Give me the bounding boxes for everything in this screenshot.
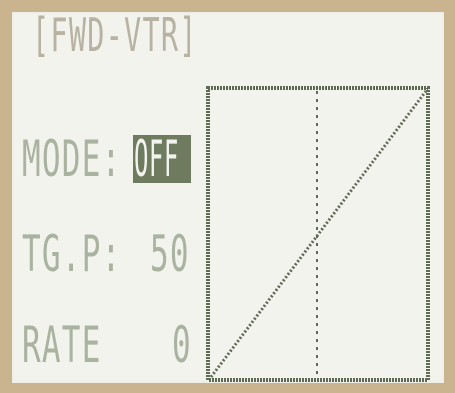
mode-label: MODE: bbox=[22, 130, 122, 188]
rate-value[interactable]: 0 bbox=[172, 316, 192, 374]
trigger-point-label: TG.P: bbox=[22, 225, 122, 283]
response-curve-line bbox=[209, 90, 428, 378]
mode-value-highlight[interactable]: OFF bbox=[133, 135, 191, 183]
screen-title: [FWD-VTR] bbox=[32, 8, 198, 62]
device-frame: [FWD-VTR] MODE: OFF TG.P: 50 RATE 0 bbox=[0, 0, 455, 393]
curve-graph bbox=[206, 86, 430, 382]
mode-value: OFF bbox=[134, 135, 179, 183]
rate-label: RATE bbox=[22, 316, 102, 374]
trigger-point-value[interactable]: 50 bbox=[150, 225, 190, 283]
